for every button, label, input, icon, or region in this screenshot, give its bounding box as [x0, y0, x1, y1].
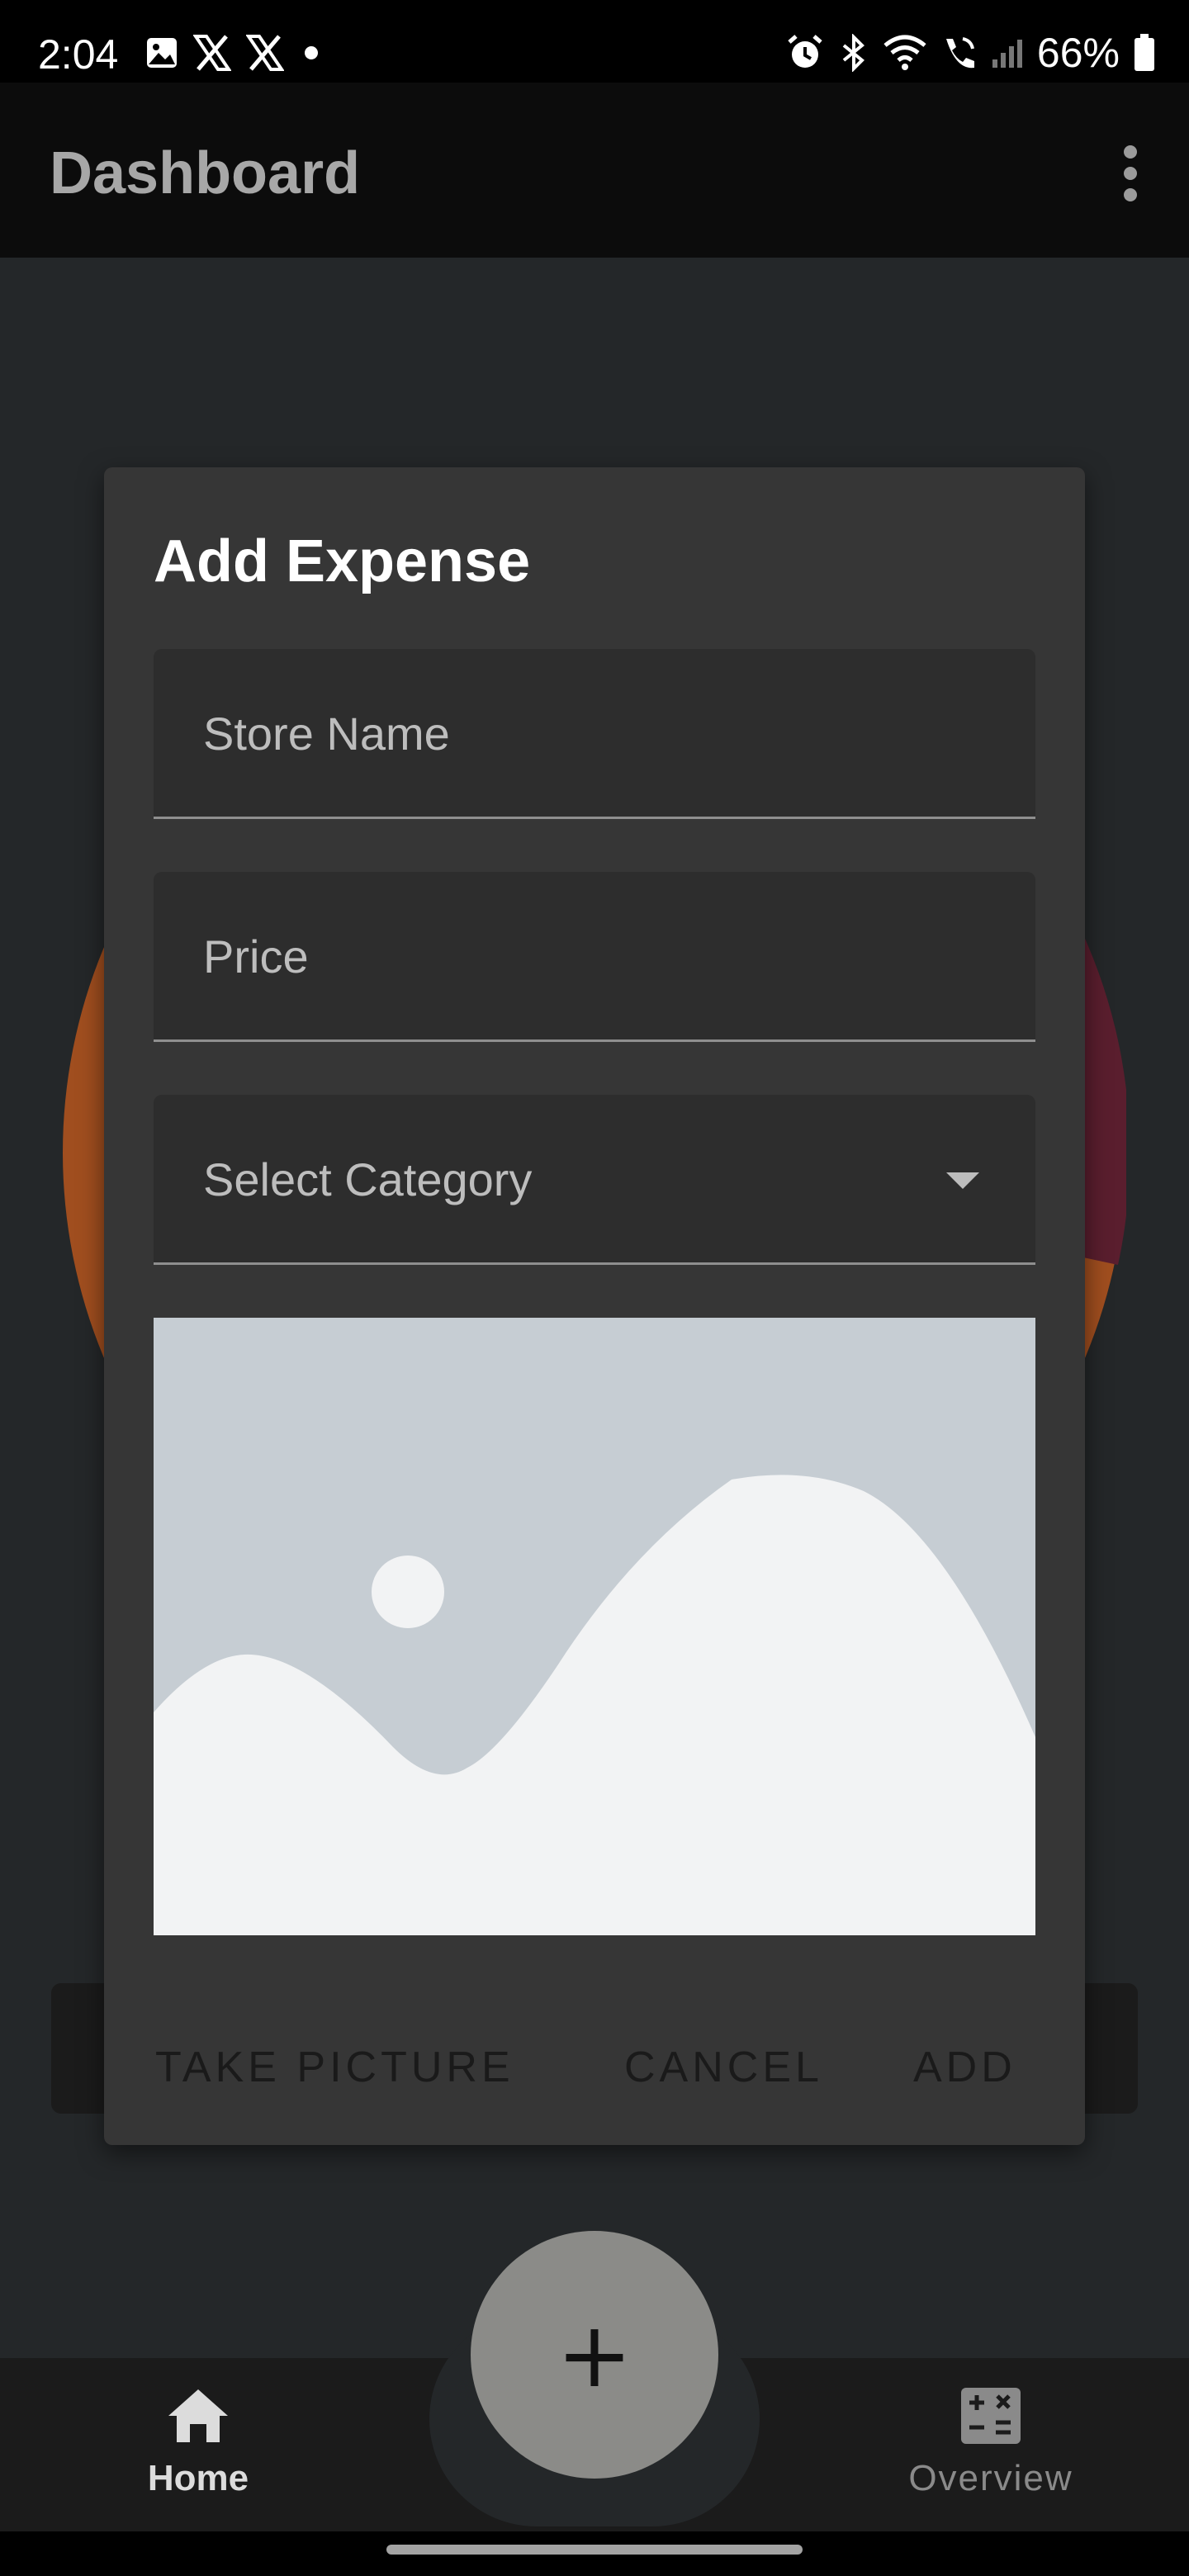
nav-item-home[interactable]: Home	[91, 2386, 306, 2501]
wifi-icon	[883, 35, 926, 70]
nav-label-home: Home	[147, 2458, 249, 2498]
dot-icon	[305, 46, 318, 59]
x-icon	[193, 35, 231, 71]
battery-percentage: 66%	[1036, 30, 1120, 76]
status-system-icons: 66%	[786, 28, 1156, 78]
status-time: 2:04	[38, 31, 119, 78]
dropdown-arrow-icon[interactable]	[946, 1172, 979, 1189]
wifi-call-icon	[945, 37, 974, 69]
home-indicator[interactable]	[386, 2545, 803, 2555]
category-select[interactable]: Select Category	[154, 1095, 1035, 1265]
add-button[interactable]: ADD	[913, 2026, 1016, 2109]
more-vert-icon[interactable]	[1118, 145, 1143, 203]
nav-label-overview: Overview	[908, 2458, 1073, 2498]
image-placeholder	[154, 1318, 1035, 1935]
bluetooth-icon	[842, 34, 865, 72]
add-expense-fab[interactable]: +	[471, 2231, 718, 2479]
status-bar: 2:04 66%	[0, 0, 1189, 83]
dialog-actions: TAKE PICTURE CANCEL ADD	[104, 2026, 1085, 2109]
home-icon	[168, 2389, 228, 2442]
store-name-field[interactable]: Store Name	[154, 649, 1035, 819]
dialog-title: Add Expense	[154, 528, 531, 594]
price-placeholder: Price	[203, 930, 309, 983]
x-icon	[246, 35, 284, 71]
status-notification-icons	[145, 35, 324, 71]
image-icon	[147, 38, 177, 68]
nav-item-overview[interactable]: Overview	[883, 2386, 1098, 2501]
signal-icon	[992, 40, 1022, 68]
price-field[interactable]: Price	[154, 872, 1035, 1042]
alarm-icon	[788, 35, 822, 68]
category-placeholder: Select Category	[203, 1153, 533, 1205]
cancel-button[interactable]: CANCEL	[624, 2026, 823, 2109]
battery-icon	[1135, 34, 1154, 71]
image-placeholder-icon	[154, 1318, 1035, 1935]
calculator-icon	[961, 2388, 1021, 2444]
app-bar: Dashboard	[0, 83, 1189, 258]
add-expense-dialog: Add Expense Store Name Price Select Cate…	[104, 467, 1085, 2145]
take-picture-button[interactable]: TAKE PICTURE	[155, 2026, 514, 2109]
page-title: Dashboard	[50, 140, 361, 206]
store-name-placeholder: Store Name	[203, 708, 450, 760]
